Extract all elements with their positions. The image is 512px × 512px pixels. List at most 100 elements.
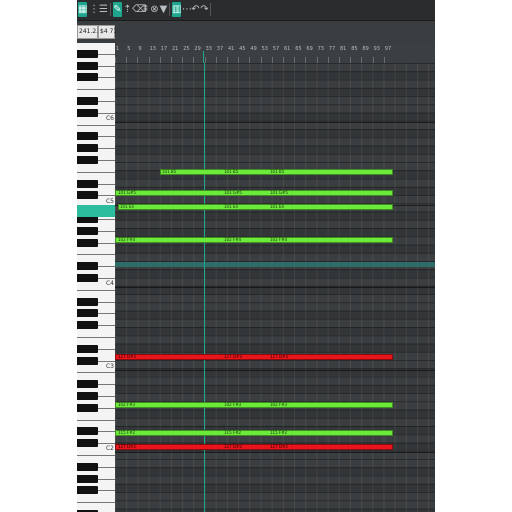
- redo-icon[interactable]: ↷: [200, 2, 209, 17]
- split-icon[interactable]: ⇞: [141, 2, 150, 17]
- note-label: 127 D#2: [118, 444, 136, 449]
- black-key[interactable]: [77, 309, 98, 318]
- black-key-row: [115, 343, 435, 352]
- black-key[interactable]: [77, 191, 98, 200]
- black-key[interactable]: [77, 49, 98, 58]
- black-key[interactable]: [77, 321, 98, 330]
- black-key[interactable]: [77, 474, 98, 483]
- black-key-row: [115, 409, 435, 418]
- black-key[interactable]: [77, 274, 98, 282]
- black-key[interactable]: [77, 156, 98, 164]
- black-key-row: [115, 483, 435, 492]
- piano-keyboard[interactable]: C6 C5 C4 C3 C2: [77, 43, 116, 512]
- note-label: 101 E4: [120, 204, 134, 209]
- ruler-label: 9: [138, 46, 142, 52]
- black-key[interactable]: [77, 344, 98, 353]
- black-key-row: [115, 467, 435, 476]
- black-key-row: [115, 327, 435, 335]
- black-key[interactable]: [77, 380, 98, 389]
- velocity-icon[interactable]: ⋯: [182, 2, 192, 17]
- black-key[interactable]: [77, 297, 98, 306]
- ruler-label: 29: [194, 46, 201, 52]
- black-key[interactable]: [77, 61, 98, 70]
- black-key[interactable]: [77, 97, 98, 105]
- black-key[interactable]: [77, 132, 98, 141]
- note-label: 127 D#3: [118, 354, 136, 359]
- midi-note[interactable]: 101 G#5 101 G#5 101 G#5: [115, 190, 393, 196]
- ruler-label: 33: [205, 46, 212, 52]
- black-key[interactable]: [77, 427, 98, 436]
- black-key[interactable]: [77, 392, 98, 400]
- note-label: 127 D#2: [270, 444, 288, 449]
- ruler-label: 45: [239, 46, 246, 52]
- mute-icon[interactable]: ⊗: [150, 2, 159, 17]
- black-key[interactable]: [77, 179, 98, 188]
- selected-key[interactable]: [77, 205, 115, 217]
- toolbar-divider: [169, 3, 170, 16]
- black-key[interactable]: [77, 73, 98, 82]
- snap-icon[interactable]: ⋮: [89, 2, 99, 17]
- octave-line: [115, 370, 435, 371]
- ruler-label: 93: [373, 46, 380, 52]
- note-label: 101 G#5: [118, 190, 136, 195]
- octave-label: C5: [105, 198, 114, 205]
- note-label: 102 F#4: [224, 237, 242, 242]
- black-key[interactable]: [77, 262, 98, 271]
- black-key-row: [115, 384, 435, 393]
- midi-note[interactable]: 127 D#2 127 D#2 127 D#2: [115, 444, 393, 450]
- black-key[interactable]: [77, 486, 98, 495]
- ruler-label: 13: [149, 46, 156, 52]
- black-key-row: [115, 145, 435, 154]
- black-key[interactable]: [77, 108, 98, 117]
- black-key[interactable]: [77, 238, 98, 247]
- piano-roll-window: ▦ ⋮ ☰ ✎ ⇡ ⌫ ⇞ ⊗ ▼ ▥ ⋯ ↶ ↷ 241.2.00 $4 71…: [77, 0, 435, 512]
- black-key-row: [115, 508, 435, 512]
- note-label: 127 D#2: [224, 444, 242, 449]
- black-key[interactable]: [77, 356, 98, 365]
- black-key[interactable]: [77, 144, 98, 153]
- ruler-label: 89: [362, 46, 369, 52]
- black-key[interactable]: [77, 403, 98, 412]
- timeline-ruler[interactable]: 1 5 9 13 17 21 25 29 33 37 41 45 49 53 57 61 65 69 73 77 81 8…: [115, 43, 435, 64]
- info-row: 241.2.00 $4 71: [77, 21, 435, 43]
- octave-line: [115, 452, 435, 453]
- value-field[interactable]: $4 71: [98, 25, 117, 39]
- note-label: 101 B5: [270, 169, 285, 174]
- midi-note[interactable]: 101 E4 101 E4 101 E4: [118, 204, 393, 210]
- undo-icon[interactable]: ↶: [191, 2, 200, 17]
- select-icon[interactable]: ⇡: [123, 2, 132, 17]
- midi-note[interactable]: 101 B5 101 B5 101 B5: [160, 169, 393, 175]
- octave-label: C3: [105, 363, 114, 370]
- toolbar-divider: [110, 3, 111, 16]
- black-key-row: [115, 129, 435, 137]
- midi-note[interactable]: 115 F#2 115 F#2 115 F#2: [115, 430, 393, 436]
- pencil-icon[interactable]: ✎: [113, 2, 122, 17]
- note-label: 101 G#5: [270, 190, 288, 195]
- note-label: 101 B5: [224, 169, 239, 174]
- octave-label: C6: [105, 115, 114, 122]
- note-label: 115 F#2: [118, 430, 136, 435]
- midi-note[interactable]: 102 F#4 102 F#4 102 F#4: [115, 237, 393, 243]
- octave-line: [115, 287, 435, 288]
- erase-icon[interactable]: ⌫: [132, 2, 146, 17]
- ruler-label: 49: [250, 46, 257, 52]
- black-key[interactable]: [77, 439, 98, 448]
- position-field[interactable]: 241.2.00: [77, 25, 106, 39]
- black-key[interactable]: [77, 462, 98, 471]
- ruler-label: 37: [216, 46, 224, 52]
- filter-icon[interactable]: ▼: [159, 2, 168, 17]
- grid-icon[interactable]: ▦: [78, 2, 87, 17]
- midi-note[interactable]: 102 F#3 102 F#3 102 F#3: [115, 402, 393, 408]
- note-grid[interactable]: 101 B5 101 B5 101 B5 101 G#5 101 G#5 101 G#5 1…: [115, 63, 435, 512]
- black-key[interactable]: [77, 226, 98, 235]
- list-icon[interactable]: ☰: [99, 2, 108, 17]
- glue-icon[interactable]: ▥: [172, 2, 181, 17]
- toolbar: ▦ ⋮ ☰ ✎ ⇡ ⌫ ⇞ ⊗ ▼ ▥ ⋯ ↶ ↷: [77, 0, 435, 21]
- ruler-label: 1: [116, 46, 120, 52]
- playhead-marker[interactable]: [203, 51, 204, 63]
- midi-note[interactable]: 127 D#3 127 D#3 127 D#3: [115, 354, 393, 360]
- black-key-row: [115, 310, 435, 319]
- octave-label: C2: [105, 445, 114, 452]
- ruler-label: 21: [172, 46, 179, 52]
- note-label: 101 G#5: [224, 190, 242, 195]
